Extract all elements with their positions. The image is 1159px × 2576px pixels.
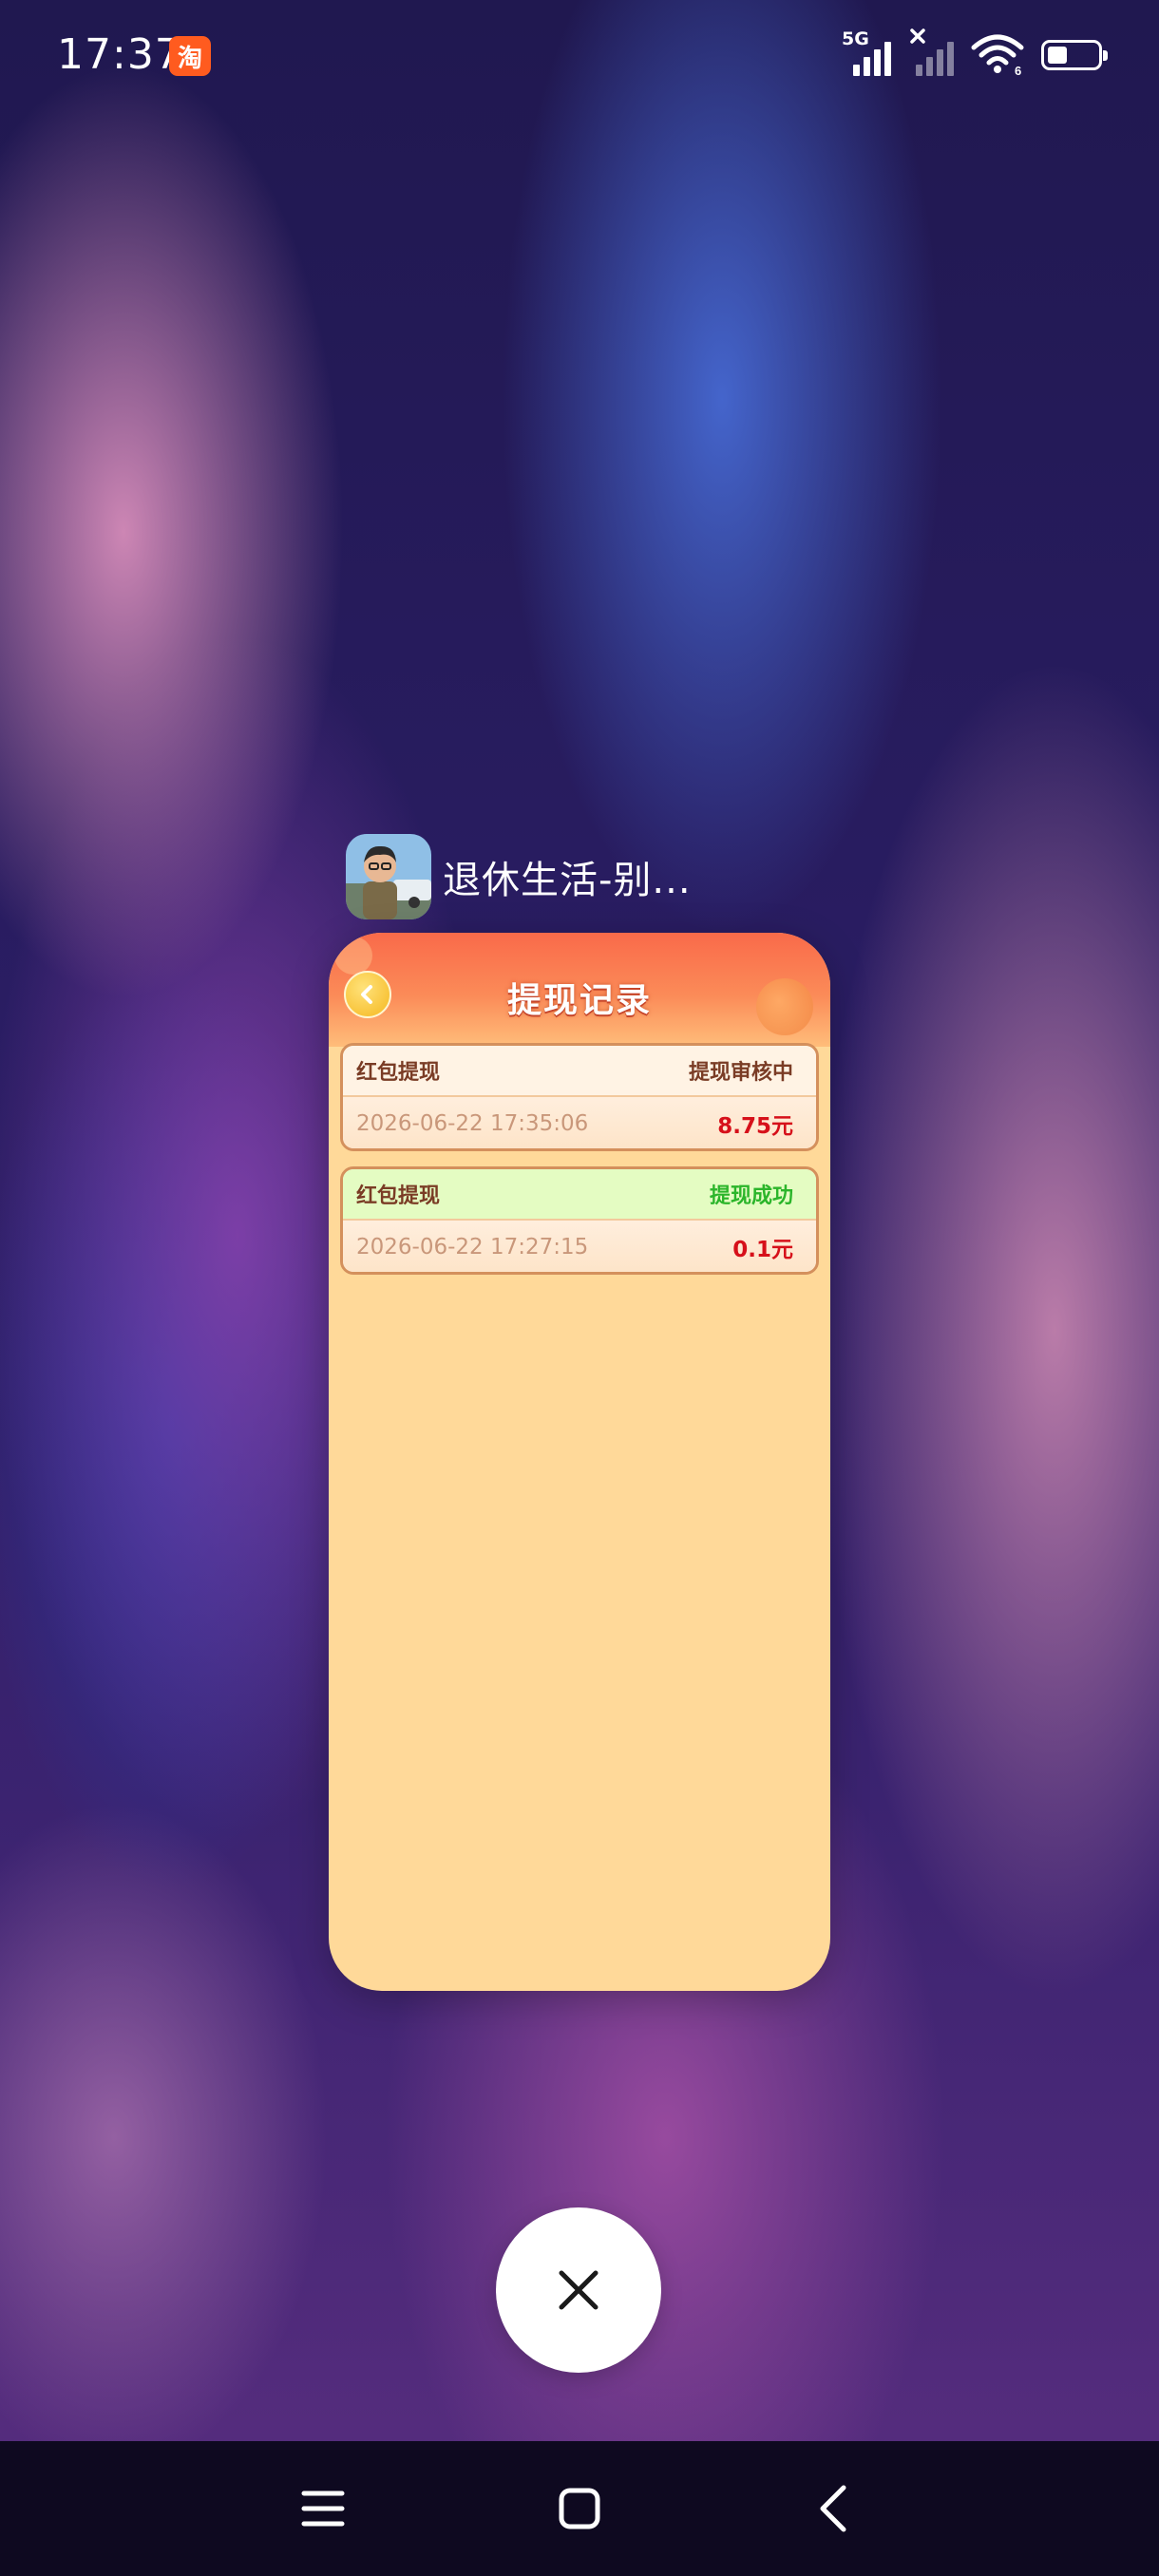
wifi-icon: 6 [971,34,1024,76]
record-status: 提现审核中 [688,1061,793,1085]
close-recents-button[interactable] [496,2207,661,2373]
app-title: 退休生活-别... [443,859,692,902]
record-time: 2026-06-22 17:35:06 [356,1111,589,1136]
record-status: 提现成功 [709,1184,793,1208]
record-header: 红包提现 提现审核中 [343,1046,816,1097]
app-avatar-icon[interactable] [346,834,431,919]
signal-icon: 5G [842,28,891,76]
withdraw-record[interactable]: 红包提现 提现成功 2026-06-22 17:27:15 0.1元 [340,1166,819,1275]
battery-icon [1041,40,1108,70]
app-preview-card[interactable]: 提现记录 红包提现 提现审核中 2026-06-22 17:35:06 8.75… [329,933,830,1991]
record-details: 2026-06-22 17:27:15 0.1元 [343,1221,816,1272]
menu-icon [301,2491,345,2527]
record-time: 2026-06-22 17:27:15 [356,1235,589,1260]
signal-no-service-icon [908,28,954,76]
home-icon [559,2488,600,2529]
withdraw-record[interactable]: 红包提现 提现审核中 2026-06-22 17:35:06 8.75元 [340,1043,819,1151]
withdraw-header: 提现记录 [329,933,830,1047]
navigation-bar [0,2441,1159,2576]
taobao-icon: 淘 [169,36,211,76]
record-details: 2026-06-22 17:35:06 8.75元 [343,1097,816,1148]
record-header: 红包提现 提现成功 [343,1169,816,1221]
close-icon [559,2270,598,2310]
record-type: 红包提现 [356,1184,441,1208]
status-time: 17:37 [57,30,182,79]
back-nav-button[interactable] [801,2475,867,2542]
home-button[interactable] [546,2475,613,2542]
header-decoration [334,937,372,975]
recent-app-header[interactable]: 退休生活-别... [346,832,692,921]
menu-button[interactable] [290,2475,356,2542]
record-type: 红包提现 [356,1061,441,1085]
svg-text:6: 6 [1015,64,1021,76]
back-icon [820,2485,846,2532]
status-icons: 5G 6 [842,28,1108,76]
status-bar: 17:37 淘 5G 6 [0,0,1159,112]
page-title: 提现记录 [506,981,652,1020]
record-amount: 8.75元 [717,1114,793,1139]
record-amount: 0.1元 [732,1238,793,1262]
